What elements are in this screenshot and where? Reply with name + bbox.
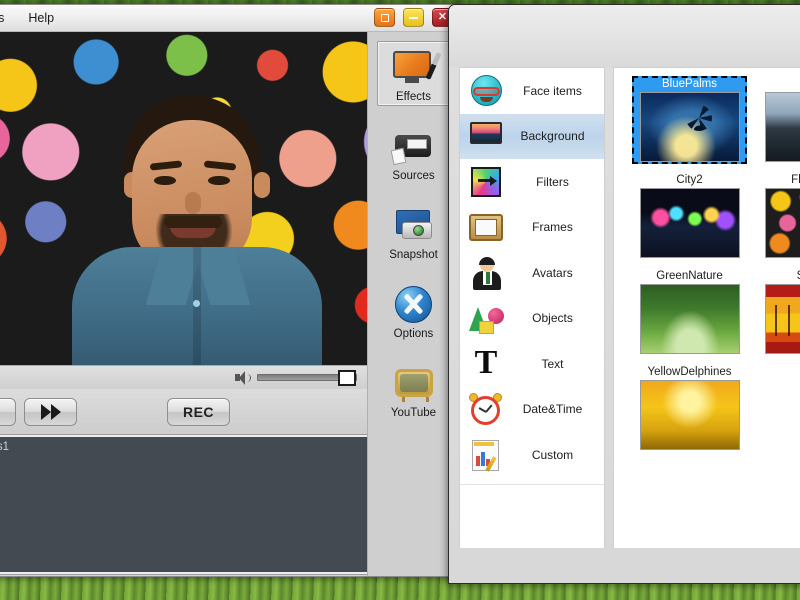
category-item-background[interactable]: Background [460,114,604,160]
speaker-icon[interactable] [235,371,251,385]
category-item-text[interactable]: T Text [460,341,604,387]
thumbnail-image-bluepalms [640,92,740,162]
wrench-icon [390,283,438,325]
category-label-face-items: Face items [505,84,604,98]
menu-help[interactable]: Help [20,9,70,28]
toolbar-item-snapshot[interactable]: Snapshot [377,199,451,264]
thumbnail-label: City2 [676,173,702,188]
volume-slider[interactable] [257,374,357,381]
toolbar-label-options: Options [394,328,434,340]
person-moustache [164,216,222,228]
category-label-custom: Custom [505,448,604,462]
thumbnail-city1[interactable]: City1 [757,76,800,164]
previous-button[interactable] [0,398,16,426]
effects-chooser-window: Face items Background Filters Frames [448,4,800,584]
restore-button[interactable] [374,8,395,27]
thumbnail-image-yellowdelphines [640,380,740,450]
menu-options[interactable]: ptions [0,9,20,28]
toolbar-label-sources: Sources [392,170,434,182]
thumbnail-panel: BluePalms City1 City2 Flowers1 GreenNatu [613,67,800,550]
custom-icon [467,438,505,472]
category-item-frames[interactable]: Frames [460,205,604,251]
category-item-objects[interactable]: Objects [460,296,604,342]
toolbar-item-sources[interactable]: Sources [377,120,451,185]
toolbar-label-youtube: YouTube [391,407,436,419]
person-nose [185,192,201,214]
thumbnail-bluepalms[interactable]: BluePalms [632,76,747,164]
minimize-icon [409,17,418,19]
category-item-avatars[interactable]: Avatars [460,250,604,296]
thumbnail-label: BluePalms [662,77,717,92]
thumbnail-yellowdelphines[interactable]: YellowDelphines [632,364,747,452]
thumbnail-image-greennature [640,284,740,354]
next-button[interactable] [24,398,77,426]
toolbar-item-options[interactable]: Options [377,278,451,343]
background-icon [467,119,505,153]
thumbnail-image-sunset [765,284,800,354]
thumbnail-label: Sunset [797,269,800,284]
app-toolbar: Effects Sources Snapshot Options YouTube [367,32,459,576]
text-icon: T [467,347,505,381]
webcam-app-window: ptions Help ✕ [0,4,460,577]
category-list-divider [460,484,604,485]
category-label-text: Text [505,357,604,371]
effects-window-footer [449,548,800,583]
effects-window-body: Face items Background Filters Frames [449,67,800,550]
minimize-button[interactable] [403,8,424,27]
restore-icon [381,14,389,22]
thumbnail-flowers1[interactable]: Flowers1 [757,172,800,260]
next-icon [41,404,61,420]
toolbar-label-effects: Effects [396,91,431,103]
person-eye-right [208,176,230,185]
thumbnail-image-city2 [640,188,740,258]
thumbnail-grid: BluePalms City1 City2 Flowers1 GreenNatu [614,68,800,460]
camera-icon [390,204,438,246]
category-label-date-time: Date&Time [505,402,604,416]
category-label-avatars: Avatars [505,266,604,280]
toolbar-item-youtube[interactable]: YouTube [377,357,451,422]
category-list: Face items Background Filters Frames [459,67,605,550]
category-item-custom[interactable]: Custom [460,432,604,478]
webcam-person [72,80,322,365]
menu-bar: ptions Help ✕ [0,5,459,32]
record-button[interactable]: REC [167,398,230,426]
thumbnail-image-city1 [765,92,800,162]
printer-icon [390,125,438,167]
window-controls: ✕ [374,8,453,27]
category-item-filters[interactable]: Filters [460,159,604,205]
category-label-background: Background [505,129,604,143]
thumbnail-greennature[interactable]: GreenNature [632,268,747,356]
category-label-frames: Frames [505,220,604,234]
person-ear-right [254,172,270,198]
thumbnail-label: YellowDelphines [648,365,732,380]
toolbar-label-snapshot: Snapshot [389,249,438,261]
effects-window-titlebar[interactable] [449,5,800,67]
filters-icon [467,165,505,199]
thumbnail-label: GreenNature [656,269,722,284]
effects-icon [390,46,438,88]
speaker-wave [247,374,251,382]
speaker-cone [239,371,245,385]
thumbnail-label: Flowers1 [791,173,800,188]
thumbnail-city2[interactable]: City2 [632,172,747,260]
person-eye-left [154,176,176,185]
thumbnail-image-flowers1 [765,188,800,258]
frame-icon [467,210,505,244]
objects-icon [467,301,505,335]
category-label-filters: Filters [505,175,604,189]
thumbnail-sunset[interactable]: Sunset [757,268,800,356]
shirt-button [193,300,200,307]
close-icon: ✕ [438,12,447,23]
tv-icon [390,362,438,404]
avatar-icon [467,256,505,290]
face-icon [467,74,505,108]
category-label-objects: Objects [505,311,604,325]
category-item-face-items[interactable]: Face items [460,68,604,114]
toolbar-item-effects[interactable]: Effects [377,41,451,106]
category-item-date-time[interactable]: Date&Time [460,387,604,433]
clock-icon [467,392,505,426]
volume-slider-handle[interactable] [338,370,356,386]
